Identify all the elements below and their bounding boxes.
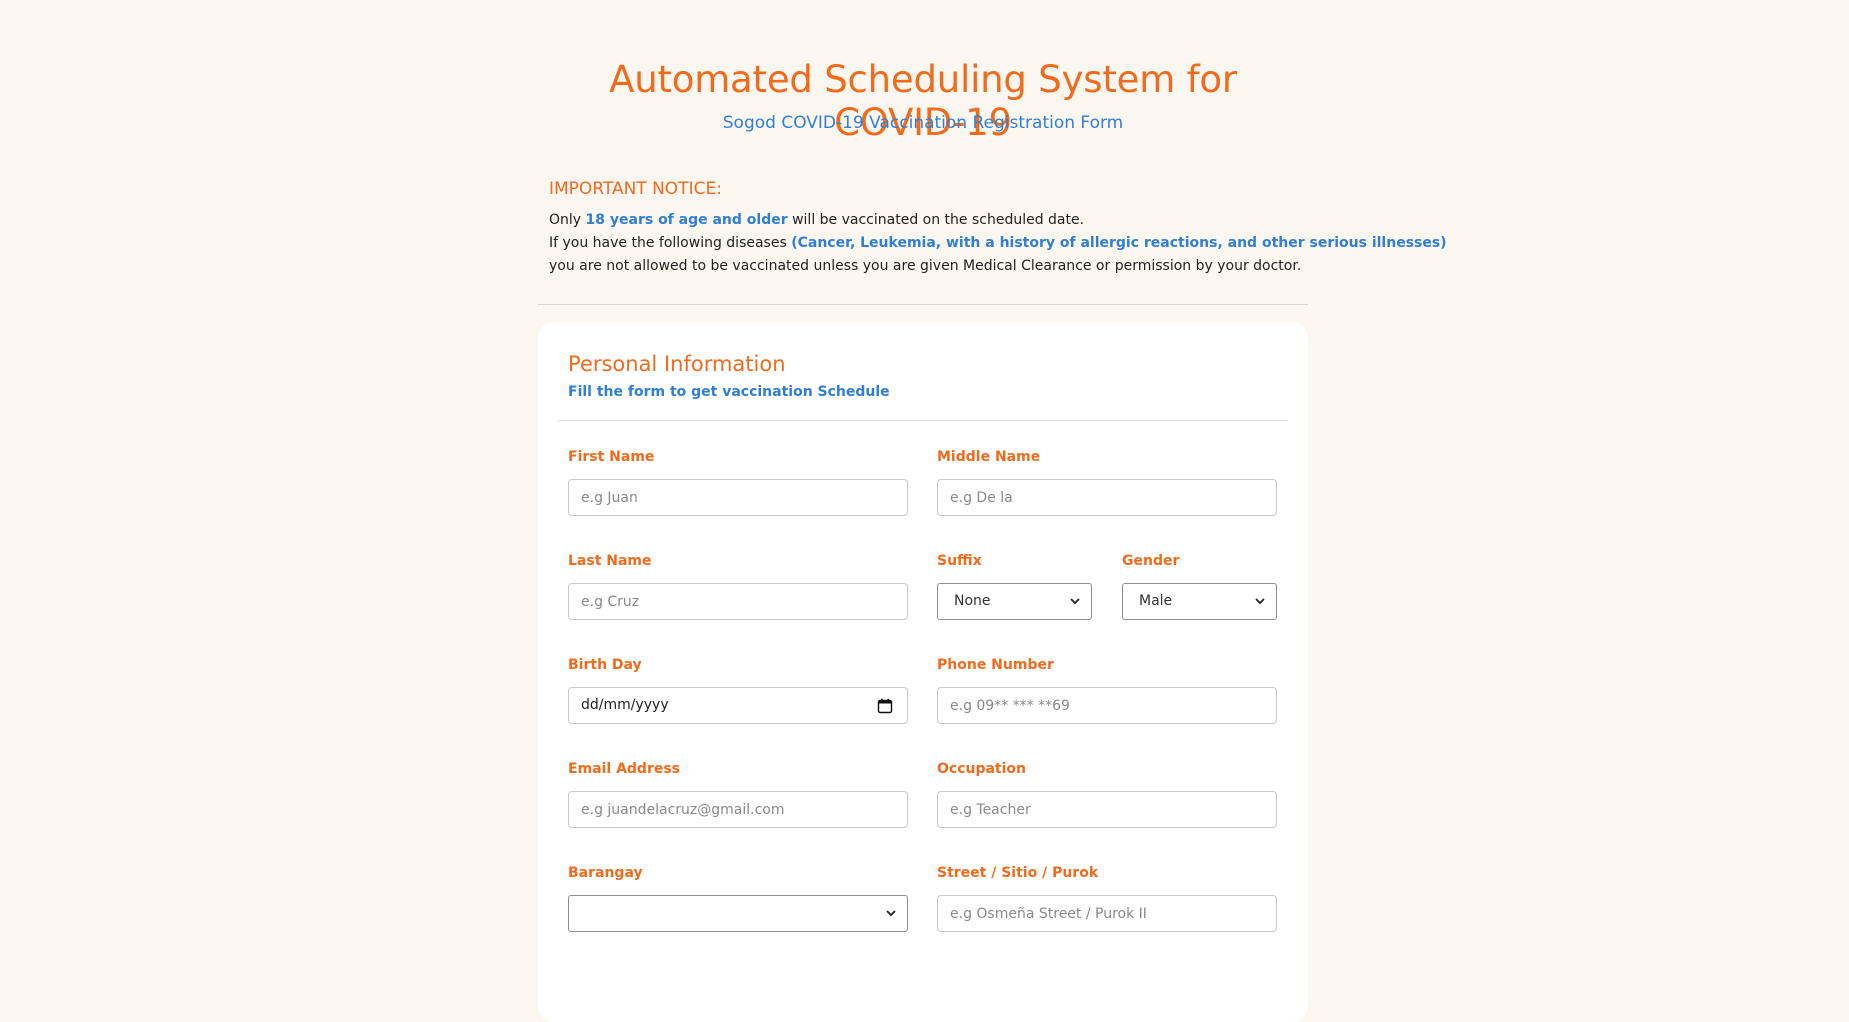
gender-selected: Male — [1139, 593, 1173, 609]
suffix-label: Suffix — [937, 553, 982, 569]
birthday-date-input[interactable]: dd/mm/yyyy — [568, 687, 908, 724]
chevron-down-icon — [1255, 598, 1265, 605]
middle-name-label: Middle Name — [937, 449, 1041, 465]
birthday-placeholder: dd/mm/yyyy — [581, 697, 669, 713]
calendar-icon[interactable] — [877, 698, 893, 714]
gender-label: Gender — [1122, 553, 1180, 569]
last-name-input[interactable] — [568, 583, 908, 620]
last-name-label: Last Name — [568, 553, 652, 569]
notice-age-highlight: 18 years of age and older — [585, 212, 788, 228]
notice-diseases-highlight: (Cancer, Leukemia, with a history of all… — [791, 235, 1447, 251]
notice-line2-before: If you have the following diseases — [549, 235, 792, 251]
birthday-label: Birth Day — [568, 657, 642, 673]
street-input[interactable] — [937, 895, 1277, 932]
phone-label: Phone Number — [937, 657, 1054, 673]
barangay-label: Barangay — [568, 865, 643, 881]
occupation-input[interactable] — [937, 791, 1277, 828]
notice-text: Only 18 years of age and older will be v… — [549, 209, 1447, 278]
first-name-input[interactable] — [568, 479, 908, 516]
section-divider — [538, 304, 1308, 305]
card-title: Personal Information — [568, 352, 786, 376]
chevron-down-icon — [1070, 598, 1080, 605]
first-name-label: First Name — [568, 449, 655, 465]
suffix-select[interactable]: None — [937, 583, 1092, 620]
card-subtitle: Fill the form to get vaccination Schedul… — [568, 384, 890, 400]
email-input[interactable] — [568, 791, 908, 828]
notice-line-2: If you have the following diseases (Canc… — [549, 232, 1447, 255]
chevron-down-icon — [886, 910, 896, 917]
notice-line-3: you are not allowed to be vaccinated unl… — [549, 258, 1302, 274]
phone-input[interactable] — [937, 687, 1277, 724]
middle-name-input[interactable] — [937, 479, 1277, 516]
personal-info-card: Personal Information Fill the form to ge… — [538, 322, 1308, 1022]
page-subtitle: Sogod COVID-19 Vaccination Registration … — [722, 113, 1124, 133]
gender-select[interactable]: Male — [1122, 583, 1277, 620]
occupation-label: Occupation — [937, 761, 1027, 777]
barangay-select[interactable] — [568, 895, 908, 932]
card-divider — [558, 420, 1288, 421]
email-label: Email Address — [568, 761, 681, 777]
notice-line-1: Only 18 years of age and older will be v… — [549, 209, 1447, 232]
suffix-selected: None — [954, 593, 991, 609]
street-label: Street / Sitio / Purok — [937, 865, 1099, 881]
notice-heading: IMPORTANT NOTICE: — [549, 179, 722, 199]
notice-line1-after: will be vaccinated on the scheduled date… — [787, 212, 1085, 228]
notice-line1-before: Only — [549, 212, 586, 228]
